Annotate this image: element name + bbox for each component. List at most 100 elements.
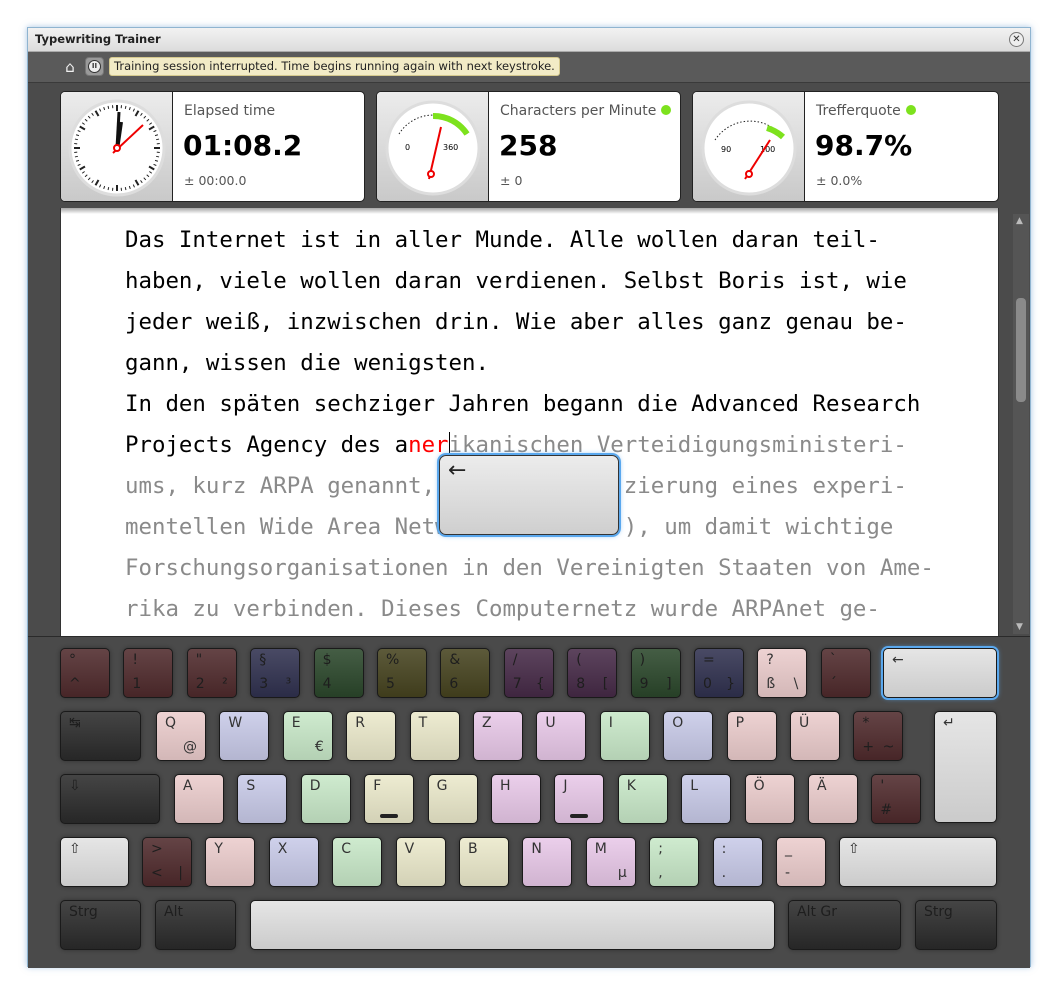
key-q[interactable]: Q @: [156, 711, 206, 761]
key-strg[interactable]: Strg: [915, 900, 997, 950]
key-v[interactable]: V: [395, 837, 446, 887]
key-alt-gr[interactable]: Alt Gr: [788, 900, 901, 950]
app-window: Typewriting Trainer ✕ ⌂ II Training sess…: [27, 27, 1031, 968]
key-h[interactable]: H: [491, 774, 541, 824]
key-alt[interactable]: Alt: [155, 900, 236, 950]
key-label: (: [576, 652, 582, 668]
key-label: #: [880, 802, 893, 818]
key-label: H: [500, 778, 511, 794]
key-/[interactable]: / 7 {: [503, 648, 554, 698]
key-°[interactable]: ° ^: [60, 648, 110, 698]
key-=[interactable]: = 0}: [694, 648, 744, 698]
key-f[interactable]: F: [364, 774, 415, 824]
key-c[interactable]: C: [332, 837, 383, 887]
status-message: Training session interrupted. Time begin…: [109, 57, 560, 76]
key-w[interactable]: W: [219, 711, 270, 761]
key-label: 4: [322, 676, 332, 692]
key-![interactable]: ! 1: [123, 648, 174, 698]
close-icon[interactable]: ✕: [1009, 32, 1024, 47]
key-⇩[interactable]: ⇩: [60, 774, 160, 824]
key->[interactable]: > < |: [142, 837, 192, 887]
pause-button[interactable]: II: [85, 57, 104, 76]
key-r[interactable]: R: [346, 711, 397, 761]
key-:[interactable]: :.: [712, 837, 763, 887]
key-j[interactable]: J: [554, 774, 605, 824]
key-'[interactable]: ' #: [871, 774, 922, 824]
key-label: ': [880, 778, 885, 794]
key-a[interactable]: A: [174, 774, 224, 824]
text-line: Das Internet ist in aller Munde. Alle wo…: [125, 220, 934, 261]
scale-label: 0: [405, 143, 410, 152]
key-←[interactable]: ←: [883, 648, 997, 698]
home-row-marker: [380, 814, 399, 818]
scroll-down-icon[interactable]: ▼: [1016, 622, 1023, 632]
key-ü[interactable]: Ü: [790, 711, 840, 761]
key-t[interactable]: T: [409, 711, 460, 761]
key-d[interactable]: D: [300, 774, 351, 824]
key-%[interactable]: % 5: [377, 648, 427, 698]
key-space[interactable]: [250, 900, 775, 950]
key-label: \: [793, 676, 799, 692]
key-↵[interactable]: ↵: [934, 711, 997, 823]
key-l[interactable]: L: [681, 774, 732, 824]
key-*[interactable]: * + ~: [853, 711, 904, 761]
key-strg[interactable]: Strg: [60, 900, 141, 950]
key-z[interactable]: Z: [473, 711, 523, 761]
key-"[interactable]: " 2 ²: [186, 648, 237, 698]
key-label: A: [183, 778, 193, 794]
key-label: I: [608, 715, 613, 731]
key-;[interactable]: ;,: [649, 837, 700, 887]
key-⇧[interactable]: ⇧: [60, 837, 129, 887]
key-ö[interactable]: Ö: [744, 774, 795, 824]
key-y[interactable]: Y: [205, 837, 256, 887]
key-label: 6: [449, 676, 459, 692]
typing-text-area[interactable]: Das Internet ist in aller Munde. Alle wo…: [60, 208, 999, 636]
key-?[interactable]: ? ß \: [757, 648, 808, 698]
key-label: U: [545, 715, 556, 731]
key-_[interactable]: _ -: [776, 837, 826, 887]
key-label: }: [726, 676, 735, 692]
key-label: K: [626, 778, 636, 794]
key-n[interactable]: N: [522, 837, 573, 887]
key-k[interactable]: K: [617, 774, 668, 824]
key-label: ~: [882, 739, 895, 755]
key-o[interactable]: O: [663, 711, 714, 761]
key-m[interactable]: Mµ: [585, 837, 636, 887]
key-⇧[interactable]: ⇧: [839, 837, 997, 887]
key-label: ↵: [943, 715, 955, 731]
key-label: ß: [766, 676, 776, 692]
scrollbar-thumb[interactable]: [1016, 298, 1026, 402]
key-label: O: [672, 715, 684, 731]
key-label: 9: [639, 676, 649, 692]
key-label: Y: [214, 841, 223, 857]
key-label: P: [735, 715, 745, 731]
key-label: M: [594, 841, 607, 857]
key-label: -: [785, 865, 791, 881]
key-&[interactable]: & 6: [440, 648, 491, 698]
key-ä[interactable]: Ä: [808, 774, 858, 824]
key-`[interactable]: ` ´: [820, 648, 871, 698]
key-([interactable]: (8 [: [567, 648, 618, 698]
key-label: ´: [829, 676, 837, 692]
typed-text: In den späten sechziger Jahren begann di…: [125, 391, 921, 417]
key-x[interactable]: X: [268, 837, 319, 887]
home-icon[interactable]: ⌂: [61, 58, 79, 76]
key-g[interactable]: G: [427, 774, 478, 824]
key-e[interactable]: E €: [282, 711, 333, 761]
key-label: ": [195, 652, 203, 668]
key-)[interactable]: ) 9]: [630, 648, 681, 698]
vertical-scrollbar[interactable]: ▲ ▼: [1013, 214, 1029, 634]
key-label: <: [151, 865, 163, 881]
key-u[interactable]: U: [536, 711, 587, 761]
key-i[interactable]: I: [599, 711, 650, 761]
key-§[interactable]: § 3 ³: [250, 648, 301, 698]
clock-tick: [107, 187, 110, 191]
key-↹[interactable]: ↹: [60, 711, 141, 761]
scroll-up-icon[interactable]: ▲: [1016, 216, 1023, 226]
key-label: C: [341, 841, 351, 857]
key-label: 0: [703, 676, 712, 692]
key-b[interactable]: B: [459, 837, 509, 887]
key-s[interactable]: S: [237, 774, 288, 824]
key-$[interactable]: $4: [313, 648, 364, 698]
key-p[interactable]: P: [726, 711, 777, 761]
